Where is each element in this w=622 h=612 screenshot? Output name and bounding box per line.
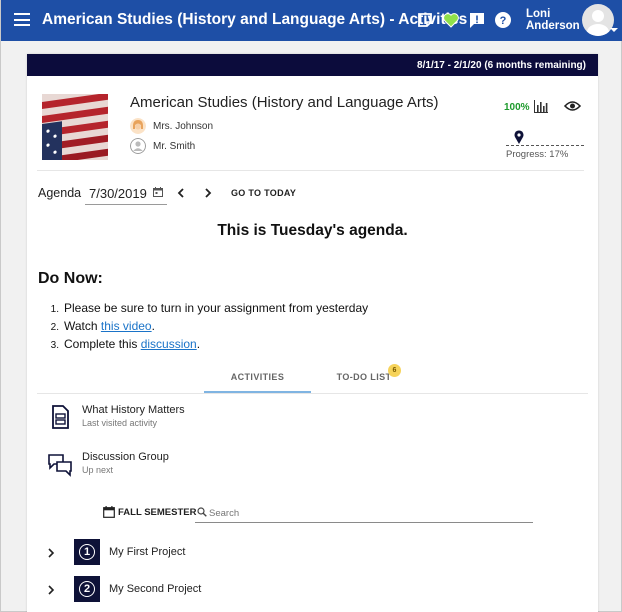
user-name[interactable]: Loni Anderson xyxy=(526,8,580,32)
chevron-right-icon[interactable] xyxy=(202,187,214,199)
go-to-today-button[interactable]: GO TO TODAY xyxy=(231,188,296,198)
date-range-bar: 8/1/17 - 2/1/20 (6 months remaining) xyxy=(27,54,598,76)
divider xyxy=(37,393,588,394)
chevron-left-icon[interactable] xyxy=(175,187,187,199)
project-number-badge: 1 xyxy=(74,539,100,565)
progress-track xyxy=(506,145,584,146)
course-image xyxy=(42,94,108,160)
top-bar: American Studies (History and Language A… xyxy=(1,0,622,41)
todo-count-badge: 6 xyxy=(388,364,401,377)
activity-subtitle: Last visited activity xyxy=(82,418,158,428)
location-pin-icon xyxy=(514,130,524,144)
calendar-icon[interactable] xyxy=(153,187,163,197)
do-now-heading: Do Now: xyxy=(38,270,103,287)
teacher-1[interactable]: Mrs. Johnson xyxy=(130,118,213,134)
notes-icon[interactable] xyxy=(416,11,434,29)
activity-title: Discussion Group xyxy=(82,451,169,463)
agenda-label: Agenda xyxy=(38,186,82,200)
semester-selector[interactable]: FALL SEMESTER xyxy=(103,506,196,518)
search-field[interactable] xyxy=(195,504,533,523)
course-title: American Studies (History and Language A… xyxy=(130,94,439,111)
bar-chart-icon[interactable] xyxy=(534,100,548,113)
activity-what-history-matters[interactable]: What History Matters Last visited activi… xyxy=(47,404,447,434)
search-input[interactable] xyxy=(209,506,519,520)
project-title: My Second Project xyxy=(109,583,202,595)
search-icon xyxy=(197,507,207,517)
chevron-down-icon[interactable] xyxy=(610,28,618,32)
activity-title: What History Matters xyxy=(82,404,185,416)
list-item: 2. Watch this video. xyxy=(50,319,155,333)
feedback-icon[interactable] xyxy=(468,11,486,29)
divider xyxy=(37,170,584,171)
list-item: 1. Please be sure to turn in your assign… xyxy=(50,301,369,315)
agenda-heading: This is Tuesday's agenda. xyxy=(217,222,408,239)
discussion-icon xyxy=(48,454,72,477)
teacher-avatar xyxy=(130,138,146,154)
activity-discussion-group[interactable]: Discussion Group Up next xyxy=(47,451,447,481)
page-title: American Studies (History and Language A… xyxy=(42,11,468,28)
project-title: My First Project xyxy=(109,546,186,558)
svg-text:?: ? xyxy=(500,15,507,27)
help-icon[interactable]: ? xyxy=(494,11,512,29)
project-number-badge: 2 xyxy=(74,576,100,602)
calendar-icon xyxy=(103,506,115,518)
app-frame: American Studies (History and Language A… xyxy=(0,0,622,612)
do-now-list: 1. Please be sure to turn in your assign… xyxy=(38,301,369,355)
list-item: 3. Complete this discussion. xyxy=(50,337,201,351)
heart-icon[interactable] xyxy=(442,11,460,29)
flag-image xyxy=(42,94,108,160)
chevron-right-icon[interactable] xyxy=(46,548,56,558)
course-card: 8/1/17 - 2/1/20 (6 months remaining) Ame… xyxy=(27,54,598,612)
eye-icon[interactable] xyxy=(564,99,581,113)
teacher-avatar xyxy=(130,118,146,134)
tab-activities[interactable]: ACTIVITIES xyxy=(204,370,311,393)
project-row[interactable]: 1 My First Project xyxy=(27,539,427,567)
discussion-link[interactable]: discussion xyxy=(141,337,197,351)
menu-icon[interactable] xyxy=(14,13,30,26)
chevron-right-icon[interactable] xyxy=(46,585,56,595)
teacher-2[interactable]: Mr. Smith xyxy=(130,138,195,154)
document-icon xyxy=(52,405,69,429)
completion-percent: 100% xyxy=(504,102,530,113)
activity-subtitle: Up next xyxy=(82,465,114,475)
progress-label: Progress: 17% xyxy=(506,149,569,160)
video-link[interactable]: this video xyxy=(101,319,152,333)
project-row[interactable]: 2 My Second Project xyxy=(27,576,427,604)
